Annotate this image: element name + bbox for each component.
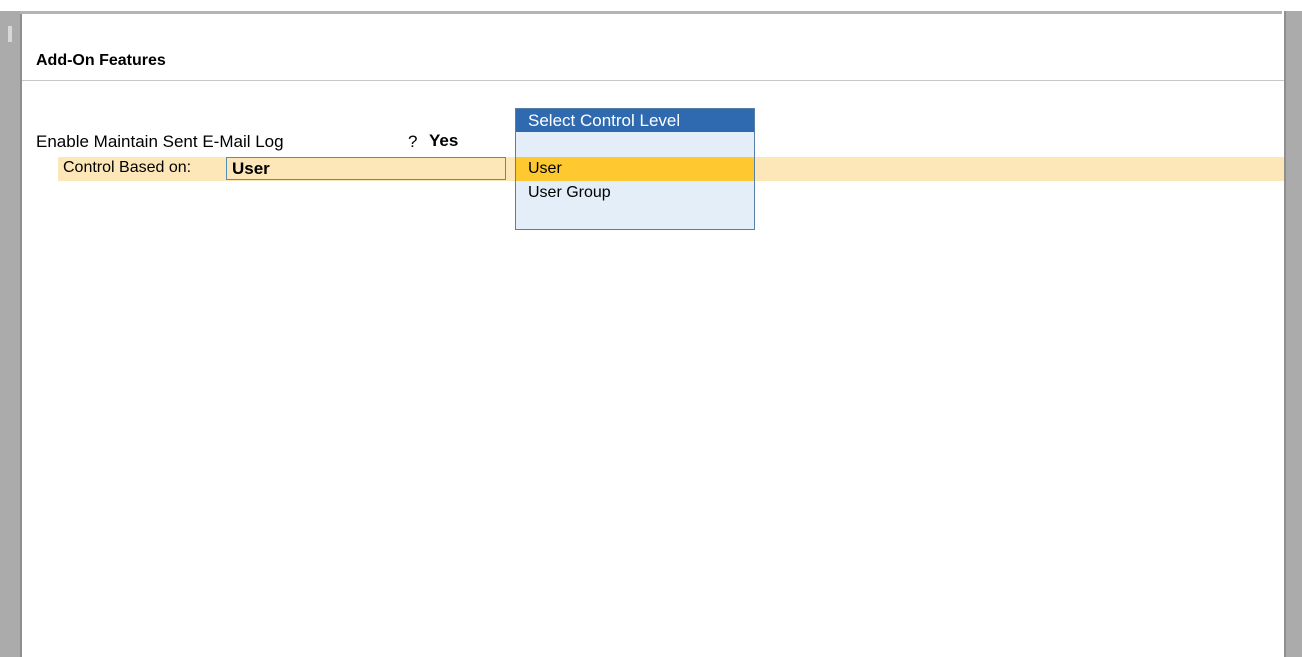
control-based-on-label: Control Based on: bbox=[63, 159, 192, 176]
window-top-border bbox=[20, 11, 1282, 14]
dropdown-header: Select Control Level bbox=[516, 109, 754, 132]
dropdown-title: Select Control Level bbox=[528, 111, 681, 130]
option-label: User bbox=[528, 160, 562, 177]
window-left-edge bbox=[20, 11, 22, 657]
section-title: Add-On Features bbox=[36, 52, 166, 69]
option-label: User Group bbox=[528, 184, 611, 201]
control-based-on-value: User bbox=[232, 159, 270, 178]
option-user[interactable]: User bbox=[516, 157, 754, 181]
email-log-prompt: ? bbox=[408, 132, 418, 151]
window-right-border bbox=[1286, 11, 1302, 657]
option-user-group[interactable]: User Group bbox=[516, 181, 754, 205]
email-log-label: Enable Maintain Sent E-Mail Log bbox=[36, 132, 284, 151]
window-left-border bbox=[0, 11, 20, 657]
email-log-value[interactable]: Yes bbox=[429, 131, 458, 151]
title-divider bbox=[22, 80, 1284, 81]
select-control-level-list[interactable]: Select Control Level User User Group bbox=[515, 108, 755, 230]
corner-mark bbox=[8, 26, 12, 42]
control-based-on-field[interactable]: User bbox=[226, 157, 506, 180]
